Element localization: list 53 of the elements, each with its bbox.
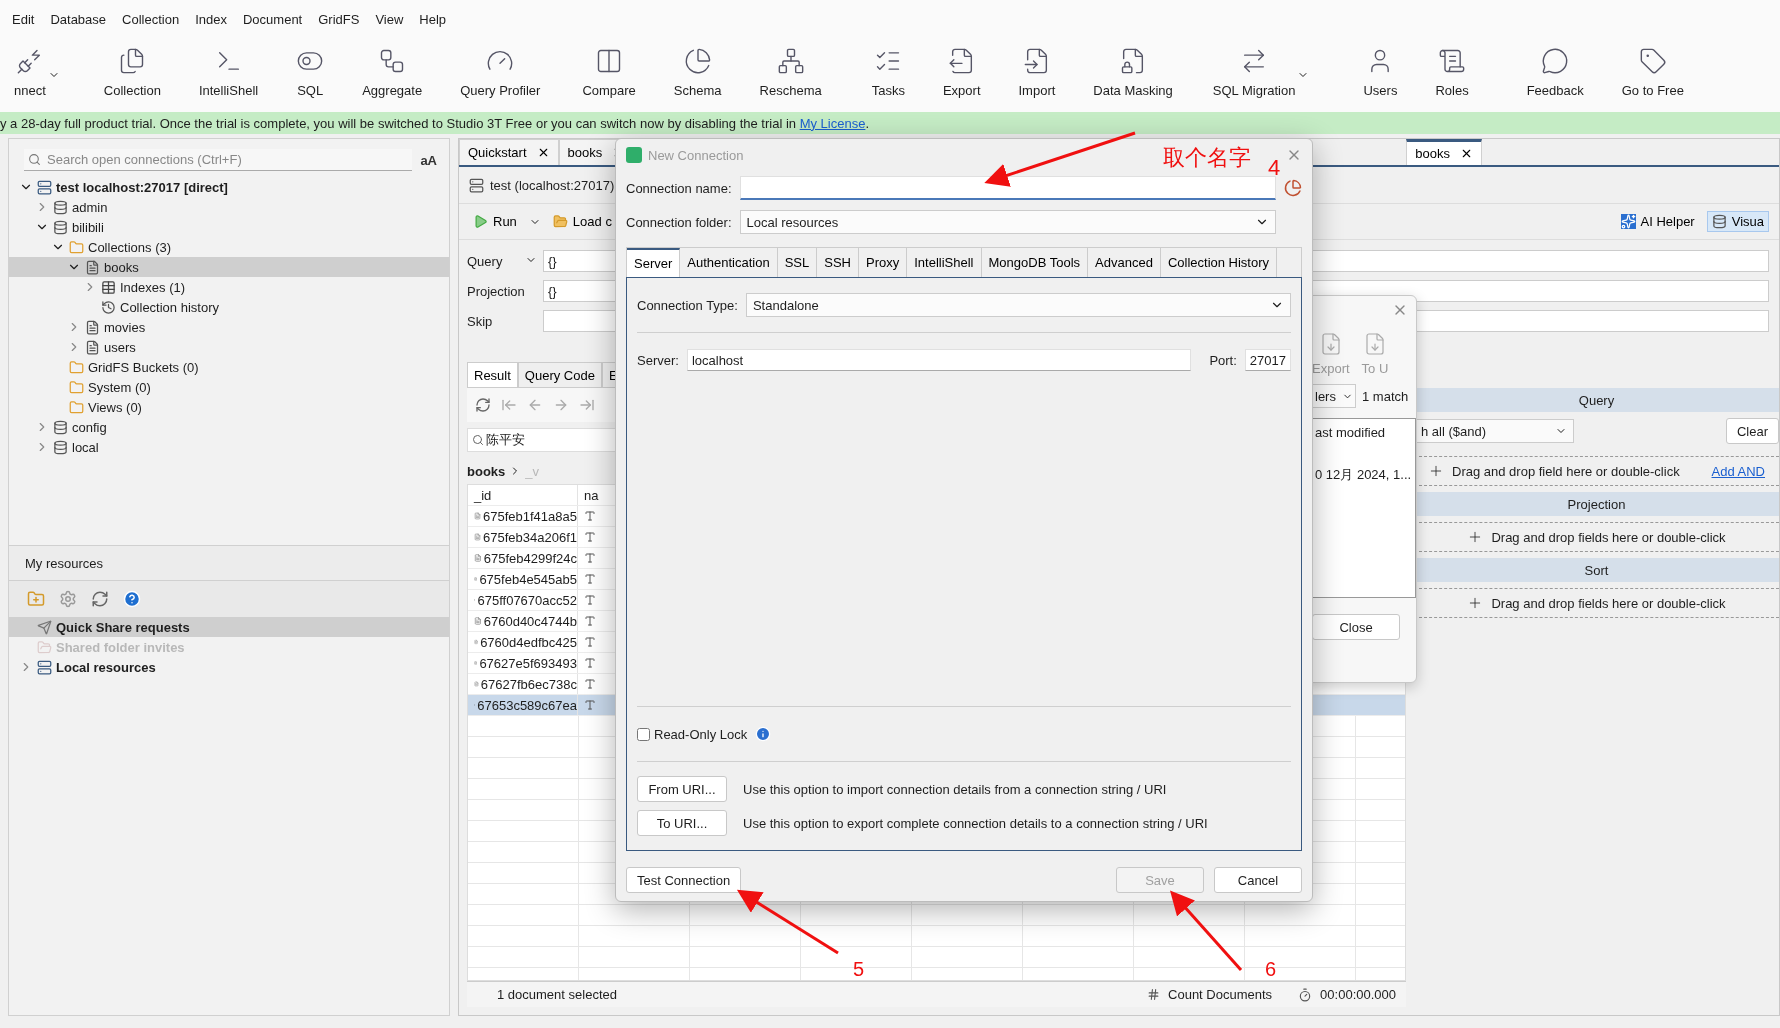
tree-label: bilibili [72,219,104,235]
section-header: Projection [1414,492,1779,516]
match-count: 1 match [1362,388,1409,404]
tree-label: Collections (3) [88,239,172,255]
tree-label: config [72,419,107,435]
tree-label: movies [104,319,146,335]
tree-label: GridFS Buckets (0) [88,359,199,375]
dialog-title: New Connection [648,147,744,163]
tree-label: Collection history [120,299,219,315]
field-label: Port: [1209,352,1237,368]
table-cell: 67627fb6ec738c [480,676,577,692]
drop-hint: Drag and drop field here or double-click [1452,463,1680,479]
status-text: 1 document selected [497,987,617,1002]
annotation-text: 5 [853,958,865,981]
tree-label: users [104,339,136,355]
table-cell: 6760d4edfbc425 [480,634,577,650]
drop-hint: Drag and drop fields here or double-click [1491,595,1726,611]
field-label: Query [467,253,504,269]
tree-label: books [104,259,139,275]
tree-label: Indexes (1) [120,279,186,295]
table-cell: 6760d40c4744b [483,613,577,629]
section-header: Query [1414,388,1779,412]
table-cell: 675feb1f41a8a5 [483,508,577,524]
column-header: ast modified [1315,425,1387,440]
tree-label: test localhost:27017 [direct] [56,179,228,195]
field-label: Connection name: [626,180,732,196]
tree-label: System (0) [88,379,151,395]
table-cell: 67653c589c67ea [477,697,577,713]
tree-label: Views (0) [88,399,142,415]
table-cell-text: 0 12月 2024, 1... [1315,466,1413,484]
table-cell: 675ff07670acc52 [477,592,577,608]
section-header: Sort [1414,558,1779,582]
status-time: 00:00:00.000 [1320,987,1396,1002]
table-cell: 675feb4299f24c [483,550,577,566]
connection-label: test (localhost:27017) [490,177,615,193]
column-header: _id [468,485,578,505]
table-cell: 675feb4e545ab5 [479,571,577,587]
annotation-text: 取个名字 [1163,144,1251,172]
section-title: My resources [25,555,104,571]
trial-banner-text: y a 28-day full product trial. Once the trial is complete, you will be switched to Studio 3T Free or you can switch now by disabling the trial in My License. [0,115,870,131]
uri-description: Use this option to export complete connection details to a connection string / URI [743,815,1208,831]
tree-label: admin [72,199,108,215]
table-cell: 675feb34a206f1 [483,529,577,545]
drop-hint: Drag and drop fields here or double-click [1491,529,1726,545]
field-label: Server: [637,352,679,368]
annotation-text: 4 [1268,155,1281,181]
field-label: Connection Type: [637,297,738,313]
tree-label: local [72,439,99,455]
field-label: Connection folder: [626,214,732,230]
table-cell: 67627e5f693493 [479,655,577,671]
annotation-text: 6 [1265,958,1277,981]
field-label: Skip [467,313,494,329]
uri-description: Use this option to import connection details from a connection string / URI [743,781,1167,797]
